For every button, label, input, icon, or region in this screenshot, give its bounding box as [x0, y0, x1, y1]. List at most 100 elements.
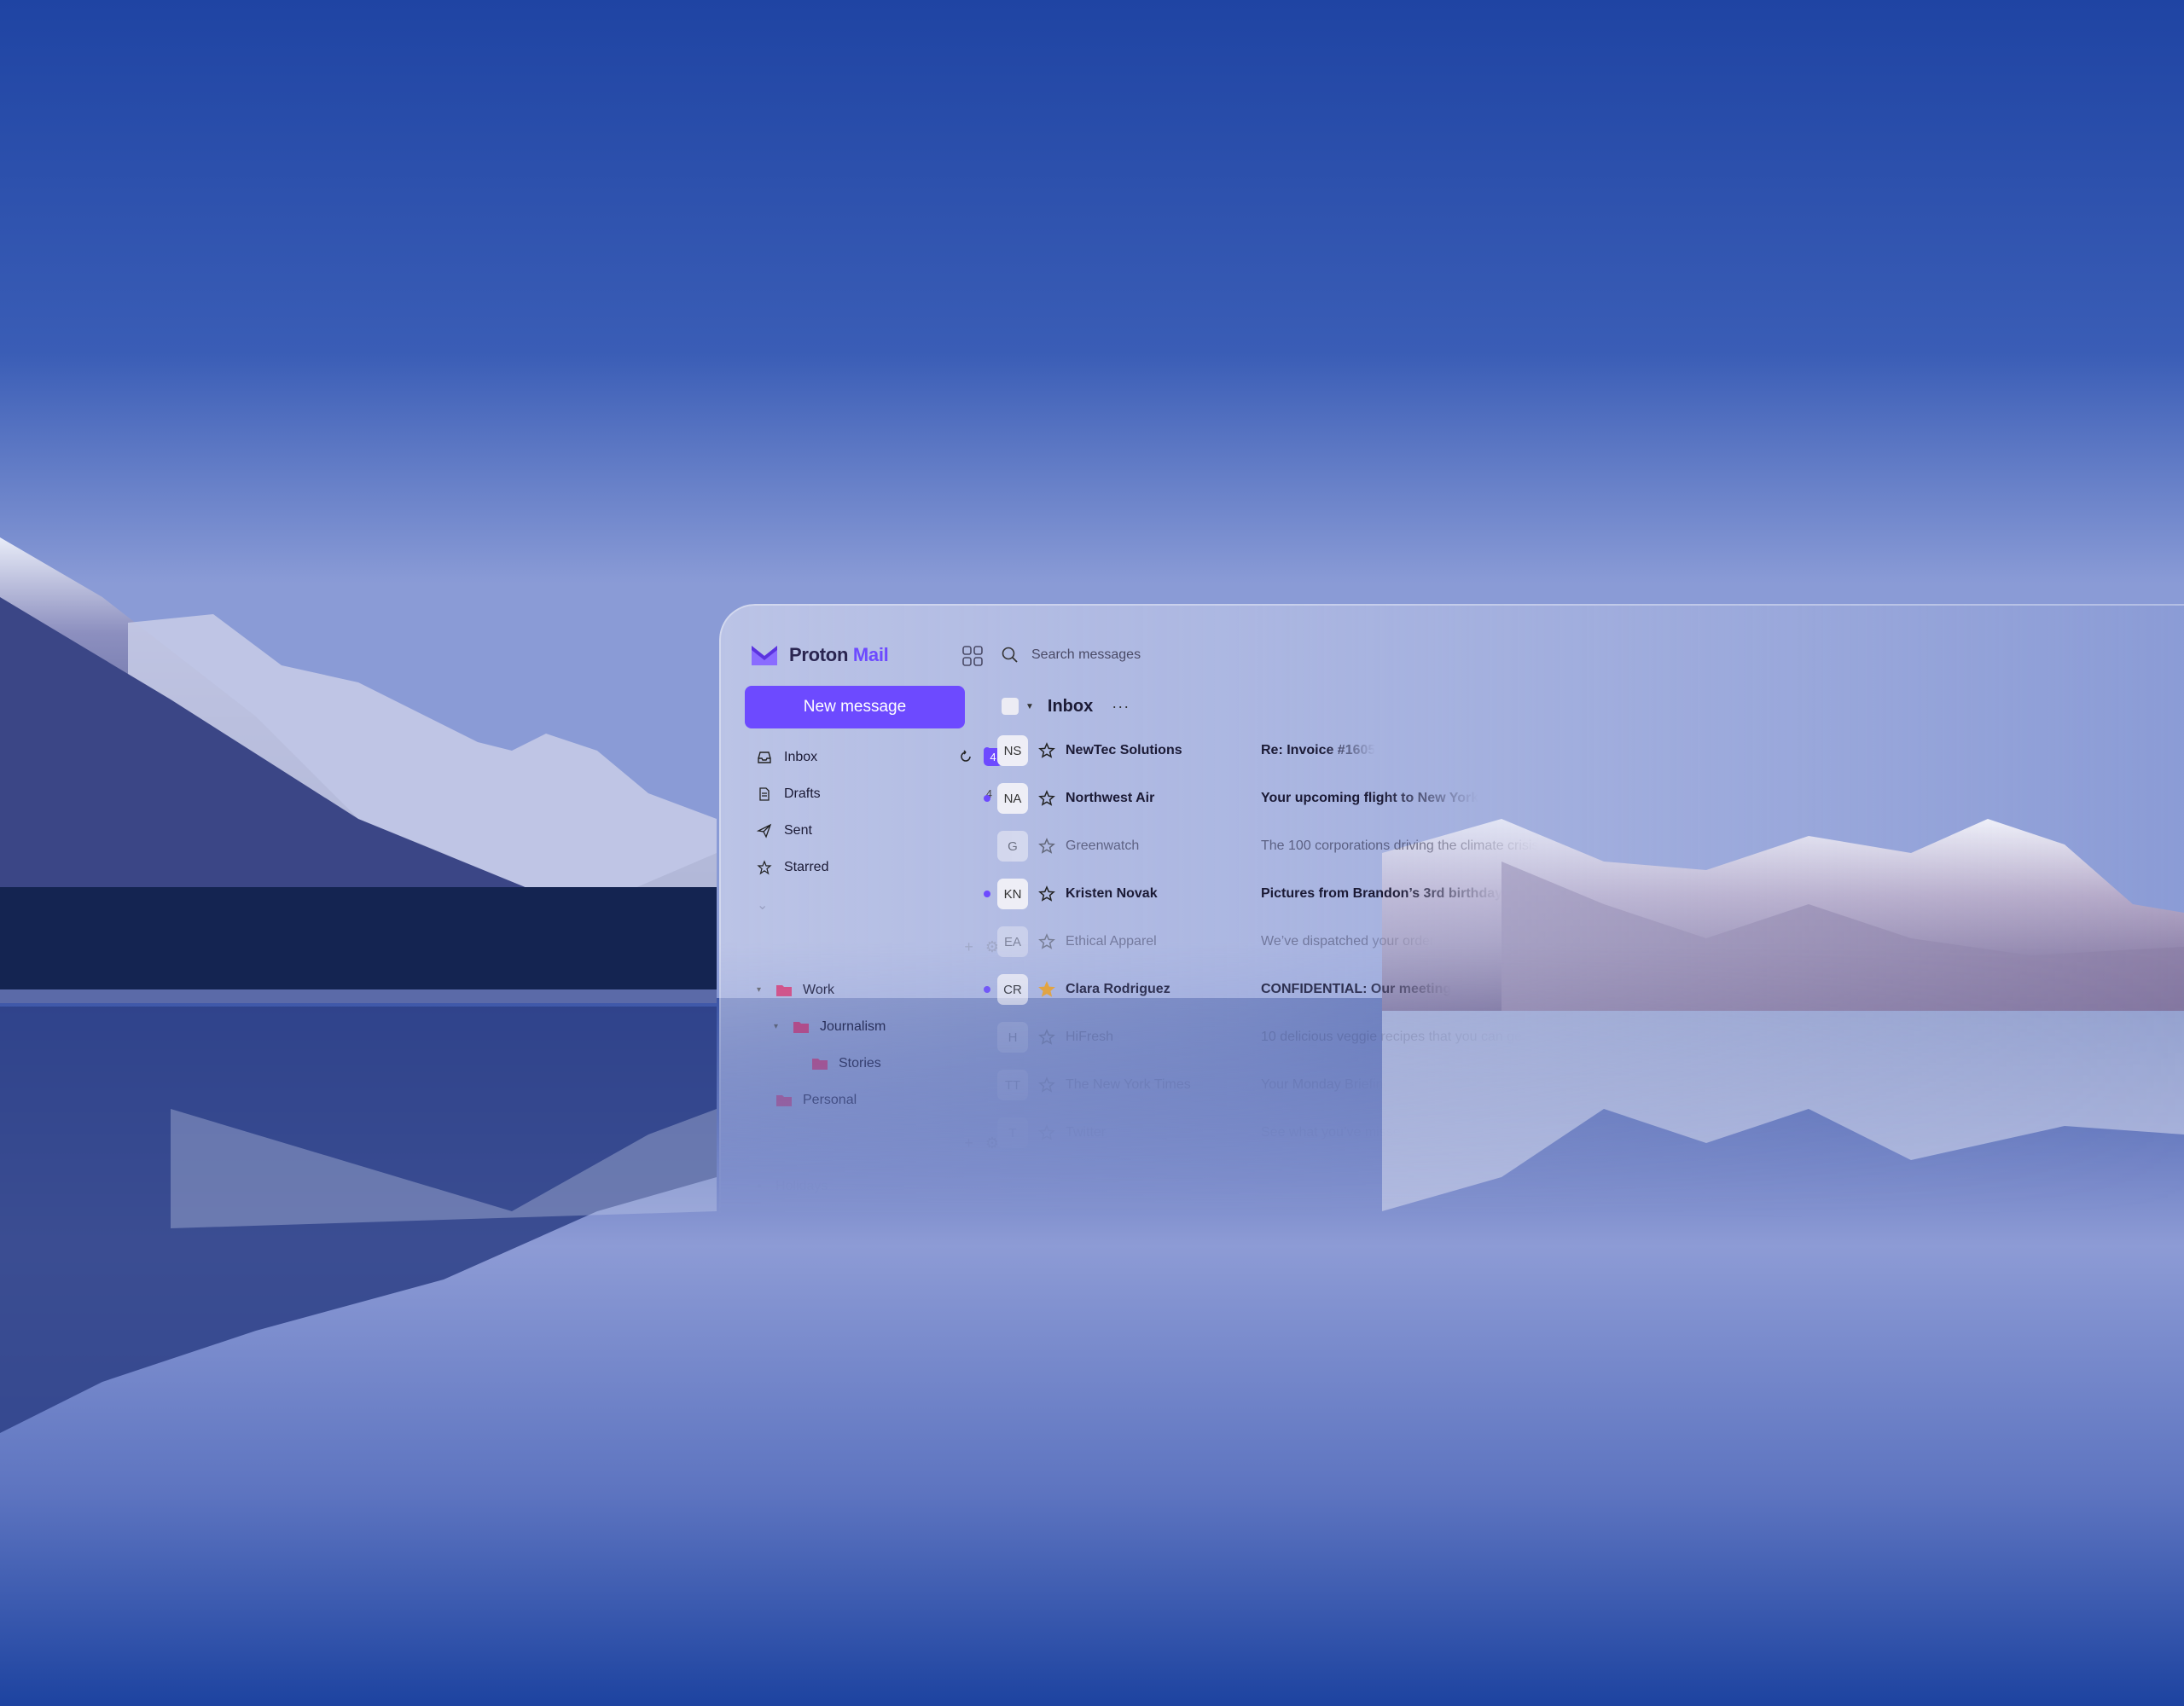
message-row[interactable]: CR Clara Rodriguez CONFIDENTIAL: Our meeti… [984, 966, 2093, 1013]
folder-icon [793, 1021, 809, 1033]
message-sender: Northwest Air [1066, 791, 1155, 805]
message-subject: CONFIDENTIAL: Our meeting [1261, 982, 1452, 996]
folder-icon [776, 1094, 792, 1106]
message-row[interactable]: G Greenwatch The 100 corporations driving … [984, 822, 2093, 870]
message-sender: Clara Rodriguez [1066, 982, 1170, 996]
message-sender: Ethical Apparel [1066, 934, 1157, 949]
message-subject: Pictures from Brandon’s 3rd birthday [1261, 886, 1503, 901]
sender-avatar[interactable]: G [997, 831, 1028, 862]
message-row[interactable]: NA Northwest Air Your upcoming flight to N… [984, 775, 2093, 822]
folder-label: Personal [803, 1092, 857, 1107]
message-subject: Your upcoming flight to New York [1261, 791, 1479, 805]
sender-avatar[interactable]: KN [997, 879, 1028, 909]
message-subject: The 100 corporations driving the climate… [1261, 838, 1539, 853]
message-sender: NewTec Solutions [1066, 743, 1182, 757]
sidebar-item-more[interactable]: ⌄ [745, 885, 1009, 922]
folder-label: Stories [839, 1055, 881, 1071]
app-switcher-icon[interactable] [961, 645, 984, 667]
sidebar-folder-journalism[interactable]: ▾ Journalism [745, 1008, 1009, 1045]
sender-avatar[interactable]: T [997, 1117, 1028, 1148]
sidebar-item-sent[interactable]: Sent [745, 812, 1009, 849]
message-subject: See what you’ve missed [1261, 1125, 1409, 1140]
search-icon [1002, 647, 1018, 663]
inbox-icon [758, 751, 771, 763]
star-icon[interactable] [1038, 742, 1055, 759]
message-subject: We’ve dispatched your order [1261, 934, 1435, 949]
sidebar-item-starred[interactable]: Starred [745, 849, 1009, 885]
sidebar-item-label: Sent [784, 822, 812, 838]
message-row[interactable]: H HiFresh 10 delicious veggie recipes that… [984, 1013, 2093, 1061]
sidebar-item-inbox[interactable]: Inbox 4 [745, 739, 1009, 775]
proton-mail-logo-icon [752, 646, 777, 665]
sidebar-folder-work[interactable]: ▾ Work [745, 972, 1009, 1008]
mailbox-nav: Inbox 4 Drafts 4 Sent Starred ⌄ [745, 739, 1009, 922]
star-icon [757, 859, 772, 874]
unread-dot [984, 986, 990, 993]
sender-avatar[interactable]: CR [997, 974, 1028, 1005]
draft-icon [759, 786, 770, 801]
star-icon[interactable] [1038, 885, 1055, 902]
message-row[interactable]: EA Ethical Apparel We’ve dispatched your o… [984, 918, 2093, 966]
unread-dot [984, 747, 990, 754]
sender-avatar[interactable]: NS [997, 735, 1028, 766]
message-sender: HiFresh [1066, 1030, 1114, 1044]
send-icon [757, 823, 772, 838]
star-icon[interactable] [1038, 1029, 1055, 1046]
new-message-button[interactable]: New message [745, 686, 965, 728]
folder-icon [812, 1058, 828, 1070]
sidebar-folder-stories[interactable]: Stories [745, 1045, 1009, 1082]
message-subject: Your Monday Briefing [1261, 1077, 1391, 1092]
message-list: NS NewTec Solutions Re: Invoice #1605 NA Nor… [984, 727, 2093, 1157]
unread-dot [984, 891, 990, 897]
message-subject: Re: Invoice #1605 [1261, 743, 1376, 757]
sidebar: Proton Mail New message Inbox 4 Drafts 4 [745, 636, 1009, 1204]
message-row[interactable]: KN Kristen Novak Pictures from Brandon’s 3… [984, 870, 2093, 918]
sender-avatar[interactable]: H [997, 1022, 1028, 1053]
chevron-down-icon: ⌄ [757, 897, 769, 913]
add-label-icon[interactable]: + [964, 1134, 973, 1152]
sender-avatar[interactable]: NA [997, 783, 1028, 814]
sidebar-label-holidays[interactable]: ● Holidays [745, 1168, 1009, 1204]
folder-label: Work [803, 982, 835, 997]
message-row[interactable]: T Twitter See what you’ve missed [984, 1109, 2093, 1157]
label-name: Holidays [775, 1178, 828, 1193]
message-sender: The New York Times [1066, 1077, 1191, 1092]
message-sender: Twitter [1066, 1125, 1107, 1140]
search-bar [1001, 636, 1374, 674]
logo-word-mail: Mail [852, 644, 889, 665]
label-dot-icon: ● [757, 1181, 763, 1191]
star-icon[interactable] [1038, 1076, 1055, 1094]
sender-avatar[interactable]: TT [997, 1070, 1028, 1100]
message-row[interactable]: NS NewTec Solutions Re: Invoice #1605 [984, 727, 2093, 775]
add-folder-icon[interactable]: + [964, 938, 973, 956]
sidebar-item-drafts[interactable]: Drafts 4 [745, 775, 1009, 812]
star-icon[interactable] [1038, 933, 1055, 950]
star-icon[interactable] [1038, 790, 1055, 807]
star-icon[interactable] [1038, 838, 1055, 855]
chevron-down-icon[interactable]: ▼ [1025, 702, 1034, 711]
chevron-down-icon: ▾ [774, 1022, 779, 1031]
folders-section-header: + ⚙ [745, 922, 1009, 972]
more-options-icon[interactable]: ··· [1112, 698, 1130, 716]
sidebar-item-label: Inbox [784, 749, 818, 764]
message-list-toolbar: ▼ Inbox ··· [996, 688, 1130, 725]
folder-icon [776, 984, 792, 996]
page-title: Inbox [1047, 696, 1094, 716]
chevron-down-icon: ▾ [757, 985, 762, 995]
message-sender: Greenwatch [1066, 838, 1140, 853]
star-icon[interactable] [1038, 1124, 1055, 1141]
sidebar-item-label: Starred [784, 859, 829, 874]
message-sender: Kristen Novak [1066, 886, 1158, 901]
folder-label: Journalism [820, 1018, 886, 1034]
search-input[interactable] [1030, 647, 1374, 664]
star-icon[interactable] [1038, 981, 1055, 998]
labels-section-header: + ⚙ [745, 1118, 1009, 1168]
message-row[interactable]: TT The New York Times Your Monday Briefing [984, 1061, 2093, 1109]
refresh-icon[interactable] [958, 749, 973, 764]
sidebar-item-label: Drafts [784, 786, 821, 801]
select-all-checkbox[interactable] [1002, 698, 1019, 715]
logo-word-proton: Proton [789, 644, 849, 665]
sender-avatar[interactable]: EA [997, 926, 1028, 957]
unread-dot [984, 795, 990, 802]
sidebar-folder-personal[interactable]: Personal [745, 1082, 1009, 1118]
